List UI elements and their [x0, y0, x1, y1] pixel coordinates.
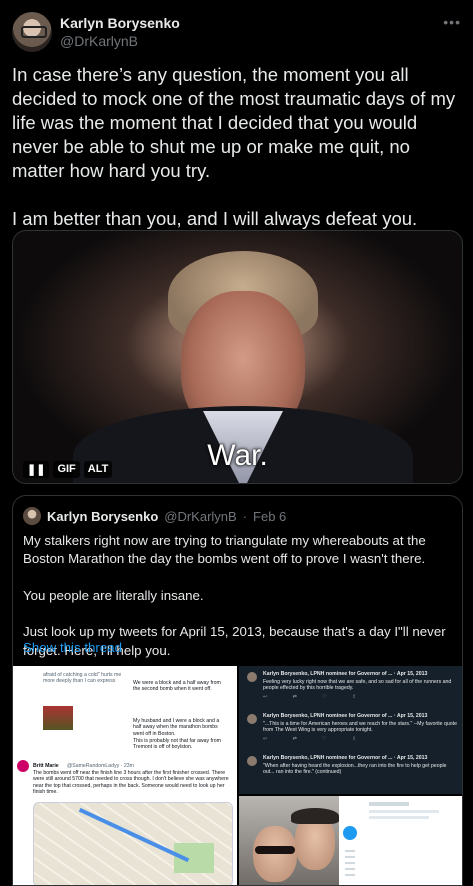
reply-avatar — [17, 760, 29, 772]
old-tweet-author: Karlyn Borysenko, LPNH nominee for Gover… — [263, 713, 428, 719]
old-tweet-actions: ↩ ⇄ ♡ ⇪ — [263, 694, 369, 700]
old-tweet-text: "...This is a time for American heroes a… — [263, 721, 457, 734]
more-icon[interactable]: ••• — [443, 14, 461, 30]
author-name[interactable]: Karlyn Borysenko — [60, 15, 180, 31]
old-tweet-avatar — [247, 714, 257, 724]
reply-handle: @SameRandomLadyy · 23m — [67, 763, 134, 769]
snippet-4: This is probably not that far away from … — [133, 738, 221, 751]
old-tweet-row: Karlyn Borysenko, LPNH nominee for Gover… — [247, 668, 459, 704]
selfie-photo[interactable] — [239, 796, 339, 885]
tweet-text: In case there’s any question, the moment… — [12, 64, 456, 229]
reply-author: Britt Marie — [33, 763, 59, 769]
gif-badges: ❚❚ GIF ALT — [23, 461, 113, 478]
screenshot-profile-post[interactable] — [339, 796, 462, 885]
map-image — [33, 802, 233, 885]
gif-badge: GIF — [53, 461, 80, 478]
pause-icon[interactable]: ❚❚ — [23, 461, 50, 478]
gif-media[interactable]: War. ❚❚ GIF ALT — [12, 230, 463, 484]
old-tweet-author: Karlyn Borysenko, LPNH nominee for Gover… — [263, 671, 428, 677]
snippet-3: My husband and I were a block and a half… — [133, 718, 220, 737]
snippet-2: We were a block and a half away from the… — [133, 680, 221, 693]
avatar[interactable] — [12, 12, 52, 52]
menu-list — [345, 846, 355, 876]
person-left-face — [253, 826, 297, 882]
old-tweet-row: Karlyn Borysenko, LPNH nominee for Gover… — [247, 710, 459, 746]
separator-dot: · — [242, 508, 248, 524]
quoted-tweet-header: Karlyn Borysenko @DrKarlynB · Feb 6 — [23, 506, 286, 526]
old-tweet-text: Feeling very lucky right now that we are… — [263, 679, 452, 692]
show-thread-link[interactable]: Show this thread — [23, 640, 122, 655]
sunglasses-icon — [255, 846, 295, 854]
screenshot-old-tweets[interactable]: Karlyn Borysenko, LPNH nominee for Gover… — [239, 666, 462, 794]
old-tweet-avatar — [247, 756, 257, 766]
profile-line — [369, 810, 439, 813]
old-tweet-actions: ↩ ⇄ ♡ ⇪ — [263, 736, 369, 742]
quoted-avatar — [23, 507, 41, 525]
tweet-header: Karlyn Borysenko @DrKarlynB ••• — [12, 12, 461, 52]
profile-line — [369, 802, 409, 806]
reply-text: The bombs went off near the finish line … — [33, 770, 229, 796]
old-tweet-author: Karlyn Borysenko, LPNH nominee for Gover… — [263, 755, 428, 761]
profile-avatar — [343, 826, 357, 840]
old-tweet-avatar — [247, 672, 257, 682]
quoted-tweet[interactable]: Karlyn Borysenko @DrKarlynB · Feb 6 My s… — [12, 495, 463, 886]
snippet-1: afraid of catching a cold" hurts me more… — [43, 672, 122, 685]
quoted-author-name: Karlyn Borysenko — [47, 508, 159, 524]
quoted-author-handle: @DrKarlynB — [164, 508, 237, 524]
quoted-date: Feb 6 — [253, 508, 287, 524]
profile-line — [369, 816, 429, 819]
old-tweet-row: Karlyn Borysenko, LPNH nominee for Gover… — [247, 752, 459, 788]
news-photo — [43, 706, 73, 730]
media-collage[interactable]: afraid of catching a cold" hurts me more… — [13, 666, 462, 885]
hair — [291, 808, 339, 824]
author-handle[interactable]: @DrKarlynB — [60, 33, 138, 49]
old-tweet-text: "When after having heard the explosion..… — [263, 763, 447, 776]
screenshot-replies[interactable]: afraid of catching a cold" hurts me more… — [13, 666, 237, 885]
map-route — [78, 807, 190, 863]
alt-badge[interactable]: ALT — [83, 461, 113, 478]
